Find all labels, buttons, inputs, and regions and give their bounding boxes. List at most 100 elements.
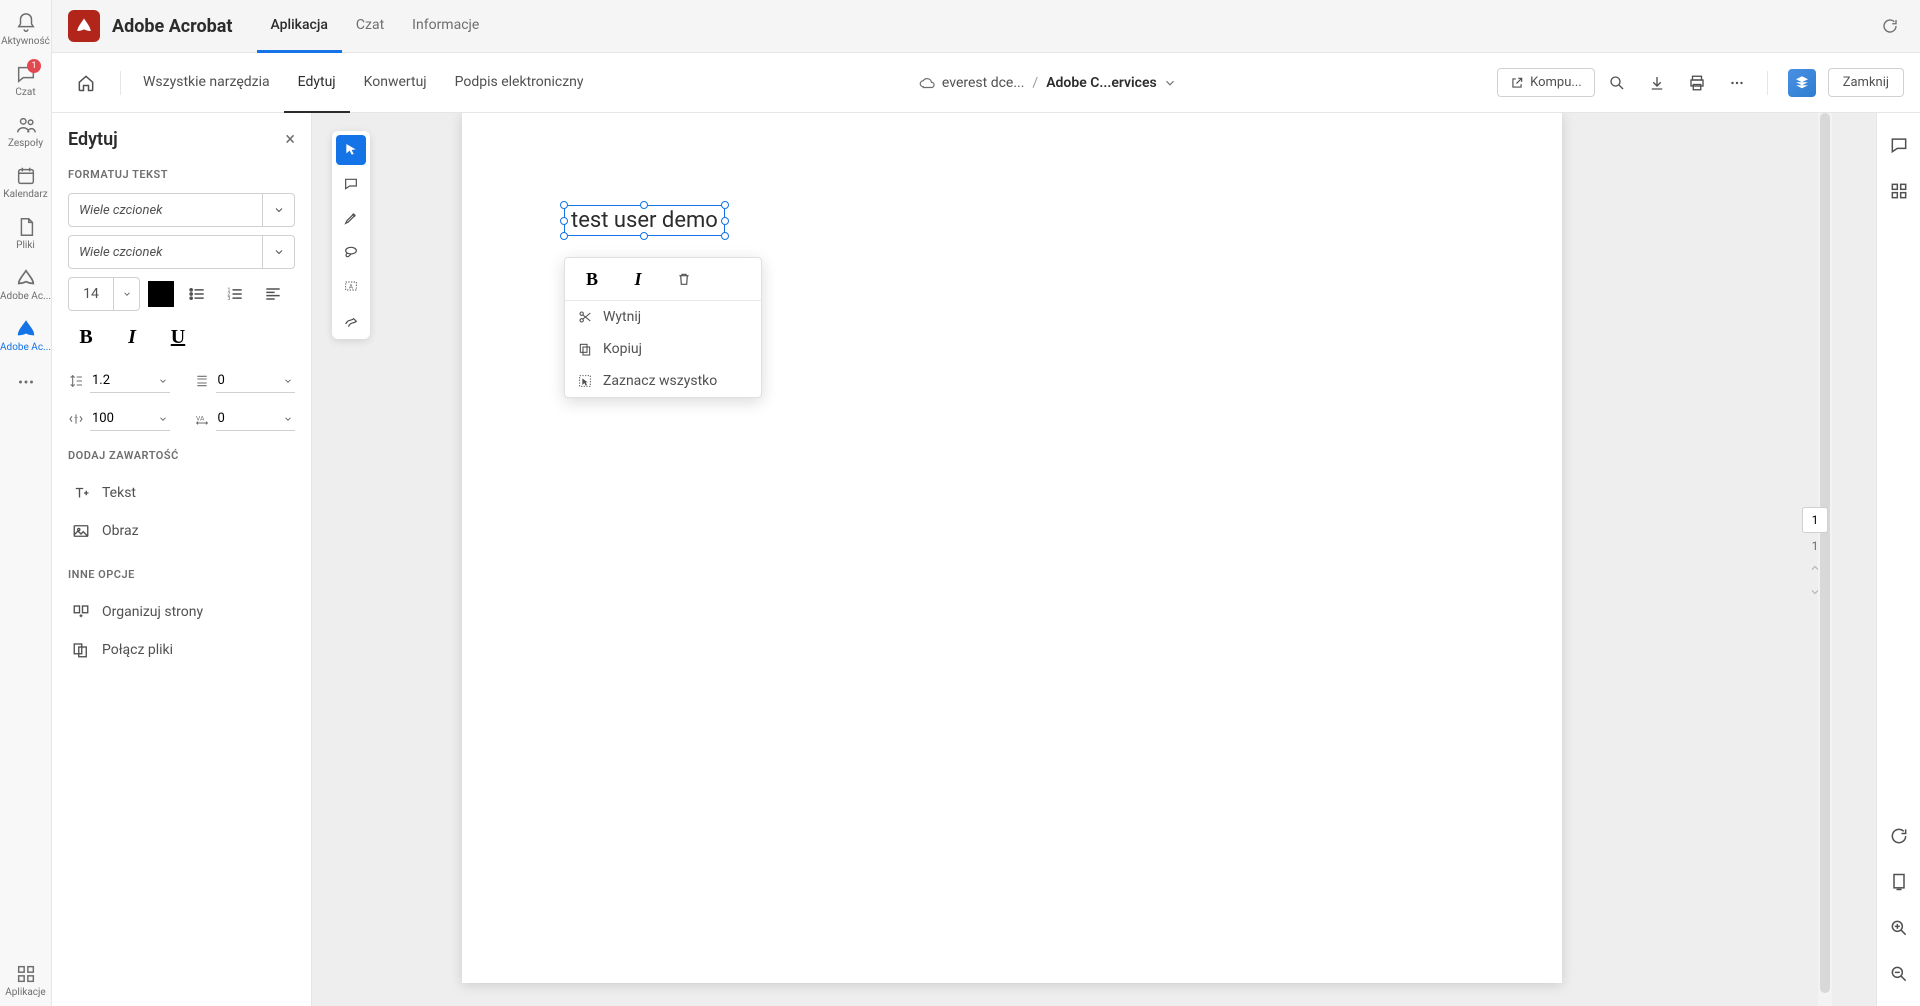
chevron-down-icon — [1809, 586, 1821, 598]
search-button[interactable] — [1599, 65, 1635, 101]
page-next-button[interactable] — [1803, 583, 1827, 601]
page-number-input[interactable]: 1 — [1802, 507, 1828, 533]
close-button[interactable]: Zamknij — [1828, 68, 1904, 97]
tracking-icon: VA — [194, 411, 210, 427]
comments-panel-button[interactable] — [1885, 131, 1913, 159]
resize-handle[interactable] — [560, 232, 568, 240]
bold-button[interactable]: B — [72, 323, 100, 351]
selected-text-box[interactable]: test user demo — [564, 205, 725, 236]
resize-handle[interactable] — [721, 201, 729, 209]
cut-icon — [577, 309, 593, 325]
highlight-tool[interactable] — [336, 203, 366, 233]
lasso-icon — [343, 244, 359, 260]
combine-files-button[interactable]: Połącz pliki — [68, 631, 295, 669]
draw-tool[interactable] — [336, 237, 366, 267]
rail-calendar[interactable]: Kalendarz — [0, 163, 51, 202]
font-size-input[interactable]: 14 — [68, 277, 140, 311]
crumb-document[interactable]: Adobe C...ervices — [1046, 75, 1177, 91]
resize-handle[interactable] — [721, 217, 729, 225]
home-button[interactable] — [68, 65, 104, 101]
tab-application[interactable]: Aplikacja — [257, 0, 342, 53]
chevron-down-icon — [158, 414, 168, 424]
print-button[interactable] — [1679, 65, 1715, 101]
rail-apps[interactable]: Aplikacje — [0, 961, 51, 1000]
zoom-out-button[interactable] — [1885, 960, 1913, 988]
rail-files[interactable]: Pliki — [0, 214, 51, 253]
resize-handle[interactable] — [721, 232, 729, 240]
main-area: Adobe Acrobat Aplikacja Czat Informacje … — [52, 0, 1920, 1006]
nav-esign[interactable]: Podpis elektroniczny — [441, 53, 598, 113]
pdf-page[interactable]: test user demo B I — [462, 113, 1562, 983]
download-button[interactable] — [1639, 65, 1675, 101]
thumbnails-button[interactable] — [1885, 177, 1913, 205]
edit-panel: Edytuj × FORMATUJ TEKST Wiele czcionek W… — [52, 113, 312, 1006]
align-button[interactable] — [258, 279, 288, 309]
select-tool[interactable] — [336, 135, 366, 165]
panel-close-button[interactable]: × — [285, 129, 295, 150]
font-family-dropdown[interactable]: Wiele czcionek — [68, 193, 295, 227]
add-image-button[interactable]: Obraz — [68, 512, 295, 550]
add-text-button[interactable]: Tekst — [68, 474, 295, 512]
refresh-button[interactable] — [1876, 12, 1904, 40]
bullet-list-button[interactable] — [182, 279, 212, 309]
svg-text:A: A — [349, 284, 353, 291]
resize-handle[interactable] — [560, 217, 568, 225]
ctx-bold-button[interactable]: B — [569, 262, 615, 296]
rotate-button[interactable] — [1885, 822, 1913, 850]
nav-all-tools[interactable]: Wszystkie narzędzia — [129, 53, 284, 113]
paragraph-spacing-input[interactable]: 0 — [216, 369, 296, 393]
char-scale-input[interactable]: 100 — [90, 407, 170, 431]
ctx-delete-button[interactable] — [661, 262, 707, 296]
organize-pages-button[interactable]: Organizuj strony — [68, 593, 295, 631]
canvas-area[interactable]: A test user demo B — [312, 113, 1876, 1006]
zoom-in-button[interactable] — [1885, 914, 1913, 942]
tab-chat[interactable]: Czat — [342, 0, 398, 53]
text-select-icon: A — [343, 278, 359, 294]
apps-icon — [15, 963, 37, 985]
text-content[interactable]: test user demo — [571, 208, 718, 233]
rail-more[interactable] — [0, 369, 51, 395]
erase-tool[interactable] — [336, 305, 366, 335]
open-computer-button[interactable]: Kompu... — [1497, 68, 1595, 97]
tracking-input[interactable]: 0 — [216, 407, 296, 431]
chevron-down-icon — [158, 376, 168, 386]
acrobat-icon — [15, 318, 37, 340]
more-button[interactable] — [1719, 65, 1755, 101]
horizontal-scale-icon: T — [68, 411, 84, 427]
ctx-italic-button[interactable]: I — [615, 262, 661, 296]
ctx-cut[interactable]: Wytnij — [565, 301, 761, 333]
rail-acrobat-1[interactable]: Adobe Ac... — [0, 265, 51, 304]
resize-handle[interactable] — [640, 232, 648, 240]
page-prev-button[interactable] — [1803, 559, 1827, 577]
font-color-swatch[interactable] — [148, 281, 174, 307]
tab-info[interactable]: Informacje — [398, 0, 493, 53]
crumb-cloud[interactable]: everest dce... — [918, 74, 1025, 92]
nav-edit[interactable]: Edytuj — [284, 53, 350, 113]
rail-acrobat-2[interactable]: Adobe Ac... — [0, 316, 51, 355]
numbered-list-button[interactable]: 123 — [220, 279, 250, 309]
nav-convert[interactable]: Konwertuj — [350, 53, 441, 113]
rail-teams[interactable]: Zespoły — [0, 112, 51, 151]
underline-button[interactable]: U — [164, 323, 192, 351]
comment-tool[interactable] — [336, 169, 366, 199]
document-toolbar: Wszystkie narzędzia Edytuj Konwertuj Pod… — [52, 53, 1920, 113]
svg-text:T: T — [74, 416, 78, 424]
rail-chat[interactable]: 1 Czat — [0, 61, 51, 100]
ctx-copy[interactable]: Kopiuj — [565, 333, 761, 365]
svg-text:3: 3 — [228, 296, 231, 302]
textbox-tool[interactable]: A — [336, 271, 366, 301]
home-icon — [76, 73, 96, 93]
resize-handle[interactable] — [560, 201, 568, 209]
avatar-icon — [1793, 74, 1811, 92]
context-menu: B I Wytnij Kopiuj Zaznacz wszystko — [564, 257, 762, 398]
line-height-input[interactable]: 1.2 — [90, 369, 170, 393]
teams-icon — [15, 114, 37, 136]
font-style-dropdown[interactable]: Wiele czcionek — [68, 235, 295, 269]
rail-activity[interactable]: Aktywność — [0, 10, 51, 49]
paragraph-spacing-icon — [194, 373, 210, 389]
page-fit-button[interactable] — [1885, 868, 1913, 896]
user-avatar[interactable] — [1788, 69, 1816, 97]
italic-button[interactable]: I — [118, 323, 146, 351]
chevron-down-icon — [1163, 76, 1177, 90]
ctx-select-all[interactable]: Zaznacz wszystko — [565, 365, 761, 397]
